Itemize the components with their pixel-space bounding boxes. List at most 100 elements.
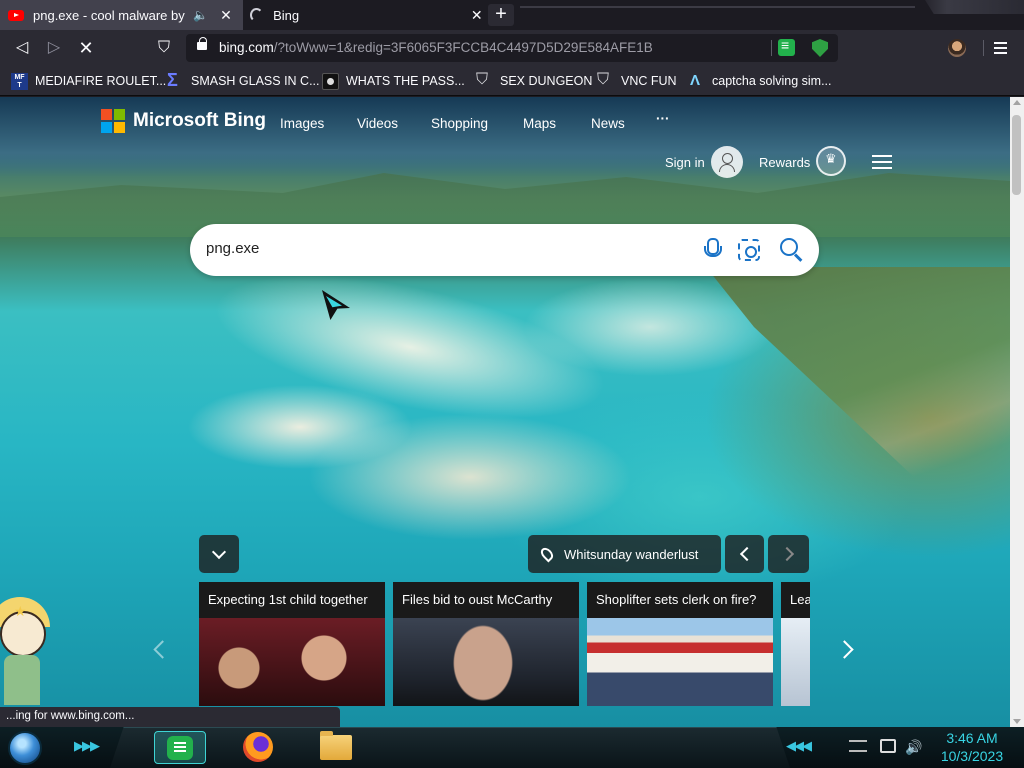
bing-homepage: Microsoft Bing Images Videos Shopping Ma… [0, 97, 1010, 727]
news-thumbnail [199, 618, 385, 706]
news-card[interactable]: Files bid to oust McCarthy [393, 582, 579, 706]
shield-icon [476, 71, 493, 90]
divider [771, 40, 772, 56]
volume-icon[interactable]: 🔊 [905, 739, 922, 756]
background-image-shore [706, 267, 1010, 567]
extension-notes-icon[interactable] [778, 37, 795, 56]
expand-feed-button[interactable] [199, 535, 239, 573]
scroll-thumb[interactable] [1012, 115, 1021, 195]
news-headline: Expecting 1st child together [208, 592, 368, 607]
news-headline: Lea [790, 592, 810, 607]
bookmark-whats-the-pass[interactable]: WHATS THE PASS... [322, 71, 465, 91]
clock-date: 10/3/2023 [940, 748, 1004, 764]
bing-menu-icon[interactable] [872, 155, 892, 169]
background-image-sand [201, 246, 619, 448]
bookmark-label: VNC FUN [621, 74, 677, 88]
youtube-icon [8, 9, 24, 21]
star-icon: ★ [14, 603, 27, 619]
news-headline: Files bid to oust McCarthy [402, 592, 553, 607]
news-headline: Shoplifter sets clerk on fire? [596, 592, 757, 607]
address-bar[interactable]: bing.com/?toWww=1&redig=3F6065F3FCCB4C44… [186, 34, 838, 62]
system-clock[interactable]: 3:46 AM 10/3/2023 [930, 729, 1014, 765]
back-button[interactable]: ◁ [12, 38, 32, 58]
next-image-button[interactable] [768, 535, 809, 573]
nav-maps[interactable]: Maps [523, 116, 556, 131]
notes-app-icon [167, 736, 193, 760]
lock-icon[interactable] [197, 37, 207, 50]
search-input[interactable]: png.exe [206, 240, 259, 257]
bookmark-label: WHATS THE PASS... [346, 74, 465, 88]
bing-logo[interactable]: Microsoft Bing [101, 109, 266, 133]
news-card[interactable]: Lea [781, 582, 810, 706]
bookmarks-toolbar: MFT MEDIAFIRE ROULET... SMASH GLASS IN C… [0, 66, 1024, 96]
nav-images[interactable]: Images [280, 116, 324, 131]
bookmark-captcha[interactable]: captcha solving sim... [688, 71, 832, 91]
close-tab-icon[interactable]: ✕ [218, 7, 234, 24]
news-card[interactable]: Expecting 1st child together [199, 582, 385, 706]
news-thumbnail [393, 618, 579, 706]
action-center-icon[interactable] [849, 740, 867, 752]
firefox-icon[interactable] [243, 732, 273, 762]
decorative-chevrons: ◀◀◀ [786, 738, 812, 753]
tab-title: png.exe - cool malware by @r [33, 7, 189, 23]
new-tab-button[interactable]: + [488, 4, 514, 26]
site-icon [322, 72, 339, 90]
desktop-mascot-character: ★ [0, 597, 52, 707]
bookmark-page-icon[interactable]: ⛉ [154, 38, 174, 58]
news-thumbnail [587, 618, 773, 706]
url-text[interactable]: bing.com/?toWww=1&redig=3F6065F3FCCB4C44… [219, 40, 653, 55]
image-info-button[interactable]: Whitsunday wanderlust [528, 535, 721, 573]
extension-shield-icon[interactable] [812, 39, 828, 57]
nav-videos[interactable]: Videos [357, 116, 398, 131]
browser-menu-icon[interactable] [994, 42, 1007, 54]
brand-name: Microsoft Bing [133, 110, 266, 131]
tab-youtube[interactable]: png.exe - cool malware by @r 🔈 ✕ [0, 0, 243, 30]
bookmark-label: MEDIAFIRE ROULET... [35, 74, 167, 88]
search-icon[interactable] [780, 238, 804, 262]
rewards-trophy-icon[interactable] [816, 146, 846, 176]
close-tab-icon[interactable]: ✕ [469, 7, 484, 24]
taskbar: ▶▶▶ ◀◀◀ 🔊 3:46 AM 10/3/2023 [0, 727, 1024, 768]
news-previous-icon[interactable] [152, 643, 168, 659]
file-explorer-icon[interactable] [320, 731, 352, 760]
previous-image-button[interactable] [725, 535, 764, 573]
clock-time: 3:46 AM [946, 730, 998, 746]
window-frame-decoration [925, 0, 1024, 14]
nav-shopping[interactable]: Shopping [431, 116, 488, 131]
visual-search-icon[interactable] [738, 239, 760, 261]
sign-in-link[interactable]: Sign in [665, 155, 705, 170]
bookmark-label: captcha solving sim... [712, 74, 832, 88]
taskbar-app-notes[interactable] [154, 731, 206, 764]
scroll-down-arrow-icon[interactable] [1013, 719, 1021, 724]
mediafire-icon: MF T [11, 72, 28, 90]
page-scrollbar[interactable] [1010, 97, 1024, 727]
news-card[interactable]: Shoplifter sets clerk on fire? [587, 582, 773, 706]
image-location-label: Whitsunday wanderlust [564, 546, 699, 562]
forward-button[interactable]: ▷ [44, 38, 64, 58]
rewards-link[interactable]: Rewards [759, 155, 810, 170]
speaker-icon[interactable]: 🔈 [193, 8, 208, 22]
nav-more-icon[interactable]: ··· [656, 111, 670, 126]
scroll-up-arrow-icon[interactable] [1013, 100, 1021, 105]
tab-title: Bing [273, 7, 300, 23]
microsoft-logo-icon [101, 109, 125, 133]
bookmark-mediafire[interactable]: MF T MEDIAFIRE ROULET... [11, 71, 166, 91]
nav-news[interactable]: News [591, 116, 625, 131]
network-icon[interactable] [880, 739, 896, 753]
bookmark-sex-dungeon[interactable]: SEX DUNGEON [476, 71, 592, 91]
user-avatar-icon[interactable] [711, 146, 743, 178]
lambda-icon [688, 72, 705, 90]
navigation-toolbar: ◁ ▷ ✕ ⛉ bing.com/?toWww=1&redig=3F6065F3… [0, 30, 1024, 66]
tab-bing[interactable]: Bing ✕ [244, 0, 484, 30]
search-box[interactable]: png.exe [190, 224, 819, 276]
microphone-icon[interactable] [704, 238, 722, 260]
stop-loading-button[interactable]: ✕ [76, 38, 96, 58]
bookmark-vnc-fun[interactable]: VNC FUN [597, 71, 677, 91]
news-next-icon[interactable] [838, 643, 854, 659]
start-button[interactable] [8, 731, 42, 765]
bookmark-smash-glass[interactable]: SMASH GLASS IN C... [167, 70, 320, 91]
divider [983, 40, 984, 56]
profile-avatar[interactable] [948, 39, 966, 57]
sigma-icon [167, 70, 184, 91]
bookmark-label: SEX DUNGEON [500, 74, 593, 88]
